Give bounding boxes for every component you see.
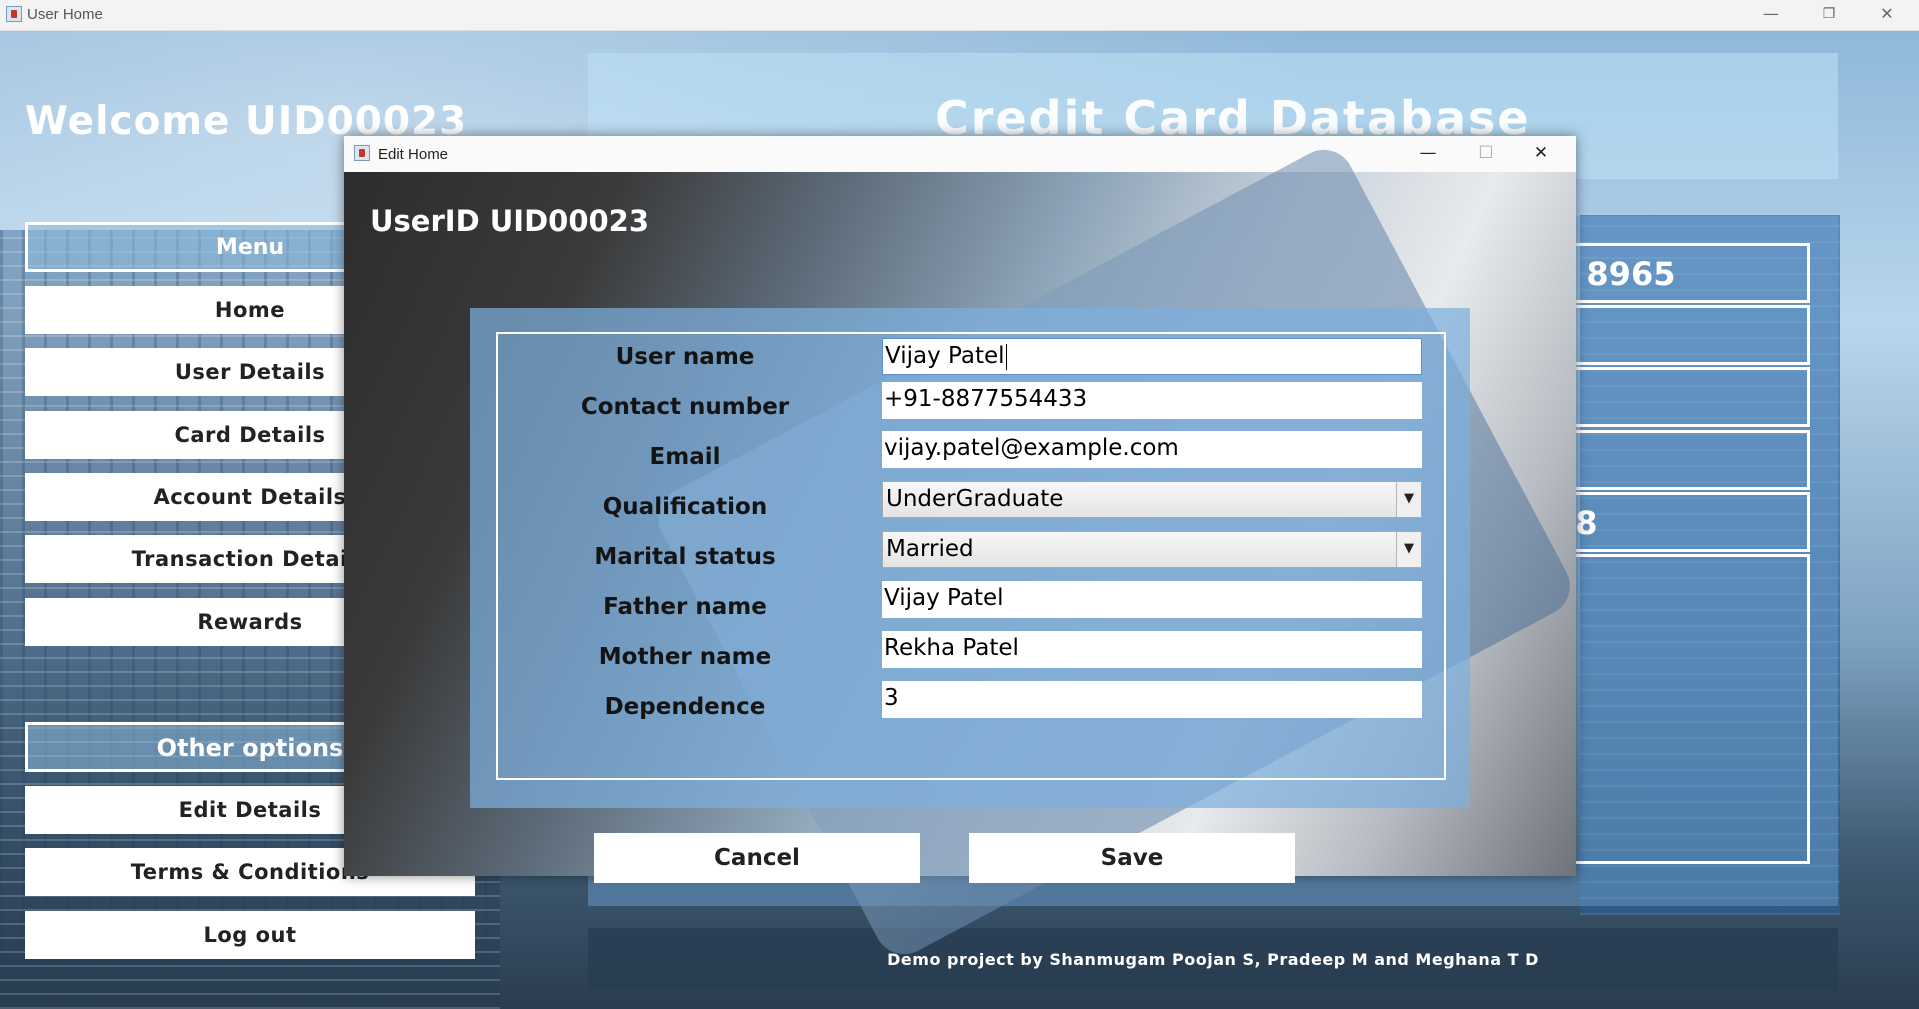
father-name-label: Father name: [603, 594, 767, 620]
qualification-value: UnderGraduate: [886, 486, 1064, 512]
main-titlebar: User Home — ❐ ✕: [0, 0, 1919, 31]
text-caret: [1005, 343, 1007, 370]
java-app-icon: [6, 6, 22, 22]
edit-home-dialog: Edit Home — ☐ ✕ UserID UID00023 User nam…: [344, 136, 1581, 965]
dialog-minimize-button[interactable]: —: [1399, 136, 1457, 172]
restore-button[interactable]: ❐: [1800, 0, 1858, 30]
stat-box: [1560, 305, 1810, 365]
dialog-title: Edit Home: [378, 146, 449, 163]
stat-box: [1560, 554, 1810, 864]
dependence-input[interactable]: 3: [882, 681, 1422, 718]
user-name-input[interactable]: Vijay Patel: [882, 338, 1422, 375]
contact-number-label: Contact number: [580, 394, 790, 420]
email-label: Email: [649, 444, 721, 470]
user-name-value: Vijay Patel: [885, 343, 1005, 369]
edit-form-frame: User name Vijay Patel Contact number +91…: [496, 332, 1446, 780]
dialog-body: UserID UID00023 User name Vijay Patel Co…: [344, 139, 1581, 965]
marital-status-label: Marital status: [594, 544, 776, 570]
contact-number-input[interactable]: +91-8877554433: [882, 382, 1422, 419]
qualification-select[interactable]: UnderGraduate ▼: [882, 481, 1422, 518]
cancel-button[interactable]: Cancel: [594, 833, 920, 883]
dialog-titlebar: Edit Home — ☐ ✕: [344, 136, 1576, 172]
window-title: User Home: [27, 6, 103, 23]
mother-name-label: Mother name: [598, 644, 772, 670]
footer-credits: Demo project by Shanmugam Poojan S, Prad…: [887, 950, 1539, 969]
user-name-label: User name: [615, 344, 755, 370]
java-app-icon: [354, 145, 370, 161]
qualification-label: Qualification: [602, 494, 768, 520]
marital-status-select[interactable]: Married ▼: [882, 531, 1422, 568]
stat-box-card-number: 7 8965: [1553, 243, 1810, 303]
dropdown-arrow-icon[interactable]: ▼: [1396, 532, 1421, 567]
stat-box: [1560, 367, 1810, 427]
minimize-button[interactable]: —: [1742, 0, 1800, 30]
stat-box-balance: 98: [1553, 492, 1810, 552]
email-input[interactable]: vijay.patel@example.com: [882, 431, 1422, 468]
father-name-input[interactable]: Vijay Patel: [882, 581, 1422, 618]
dialog-maximize-button[interactable]: ☐: [1457, 136, 1515, 172]
edit-form-panel: User name Vijay Patel Contact number +91…: [470, 308, 1470, 808]
save-button[interactable]: Save: [969, 833, 1295, 883]
mother-name-input[interactable]: Rekha Patel: [882, 631, 1422, 668]
dialog-close-button[interactable]: ✕: [1512, 136, 1570, 172]
userid-heading: UserID UID00023: [370, 204, 650, 238]
sidebar-item-logout[interactable]: Log out: [25, 911, 475, 959]
close-button[interactable]: ✕: [1858, 0, 1916, 30]
marital-status-value: Married: [886, 536, 974, 562]
dropdown-arrow-icon[interactable]: ▼: [1396, 482, 1421, 517]
stat-box: [1560, 430, 1810, 490]
dependence-label: Dependence: [604, 694, 766, 720]
